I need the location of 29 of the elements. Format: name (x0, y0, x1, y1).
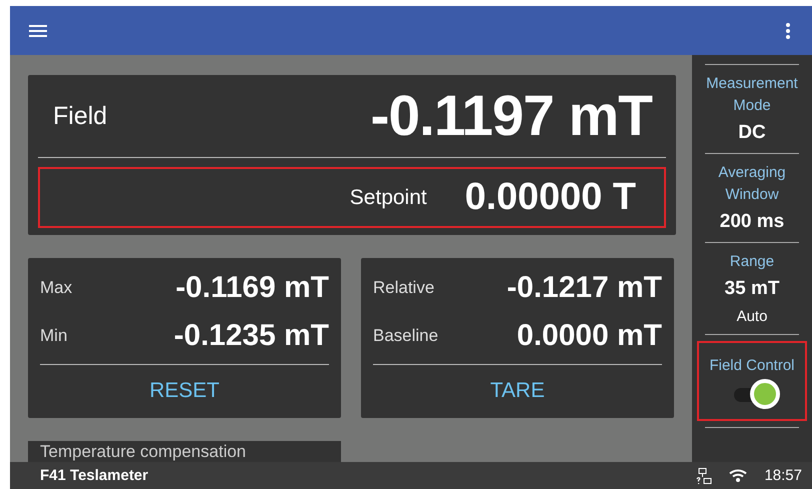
field-label: Field (53, 102, 108, 130)
setting-value[interactable]: 35 mT (724, 278, 780, 300)
stat-value: -0.1169 mT (176, 271, 329, 305)
stat-label: Min (40, 326, 68, 346)
card-title: Temperature compensation (40, 442, 246, 462)
setting-value[interactable]: DC (738, 122, 766, 144)
setting-value[interactable]: 200 ms (720, 211, 784, 233)
menu-icon[interactable] (29, 24, 47, 38)
app-name: F41 Teslameter (40, 467, 148, 484)
clock-time: 18:57 (764, 467, 802, 484)
setting-label: Range (728, 252, 776, 272)
setting-note: Auto (736, 308, 768, 325)
stat-label: Baseline (373, 326, 438, 346)
more-options-icon[interactable] (786, 22, 790, 38)
stat-value: -0.1235 mT (174, 319, 329, 353)
stat-label: Relative (373, 278, 434, 298)
stat-label: Max (40, 278, 72, 298)
wifi-icon (729, 469, 748, 482)
setting-label: Field Control (708, 356, 796, 376)
setting-label: Averaging Window (717, 163, 787, 205)
setting-label: Measurement Mode (705, 74, 799, 116)
action-button[interactable]: RESET (141, 365, 228, 417)
stat-value: 0.0000 mT (516, 319, 662, 353)
setpoint-value: 0.00000 T (464, 176, 636, 219)
action-button[interactable]: TARE (482, 365, 553, 417)
network-unknown-icon (696, 468, 712, 484)
field-value: -0.1197 mT (370, 83, 652, 149)
setpoint-label: Setpoint (350, 186, 427, 210)
stat-value: -0.1217 mT (506, 271, 662, 305)
